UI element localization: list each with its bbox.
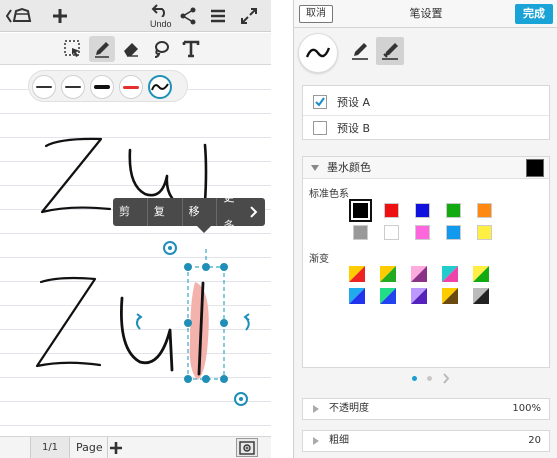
pen-type-marker[interactable] <box>376 37 404 65</box>
preset-a-row[interactable]: 预设 A <box>303 90 549 114</box>
page-label[interactable]: Page <box>72 437 108 458</box>
settings-header: 笔设置 取消 完成 <box>294 0 557 28</box>
checkmark-icon <box>315 97 325 107</box>
standard-colors-label: 标准色系 <box>309 189 349 200</box>
page-bar: 1/1 Page <box>0 436 271 458</box>
page-dot-active <box>412 376 417 381</box>
page-number: 1/1 <box>30 437 70 458</box>
plus-icon <box>110 442 122 454</box>
color-swatch[interactable] <box>477 203 492 218</box>
ink-color-header[interactable]: 墨水颜色 <box>303 157 549 179</box>
opacity-row[interactable]: 不透明度 100% <box>302 398 550 420</box>
pen-settings-panel: 笔设置 取消 完成 预设 A 预设 B 墨水颜色 标准色系 渐变 不透明度 10… <box>293 0 557 458</box>
context-menu: 剪切 复制 移除 更多 <box>113 191 265 246</box>
marker-icon <box>382 43 398 60</box>
preset-a-label: 预设 A <box>337 96 371 109</box>
preset-a-checkbox[interactable] <box>313 95 327 109</box>
more-menu-item[interactable]: 更多 <box>217 191 265 232</box>
pen-type-row <box>294 29 557 81</box>
color-swatch[interactable] <box>446 203 461 218</box>
color-swatch[interactable] <box>415 203 430 218</box>
gradient-color-grid <box>349 266 489 304</box>
collapse-arrow-icon <box>311 165 319 171</box>
page-dot <box>427 376 432 381</box>
color-swatch[interactable] <box>353 225 368 240</box>
thickness-row[interactable]: 粗细 20 <box>302 430 550 452</box>
thickness-label: 粗细 <box>329 435 349 446</box>
pen-type-pen[interactable] <box>346 37 374 65</box>
add-page-button[interactable] <box>107 439 125 457</box>
remove-menu-item[interactable]: 移除 <box>183 198 217 246</box>
gradient-label: 渐变 <box>309 254 329 265</box>
thickness-value: 20 <box>528 435 541 446</box>
stroke-preview <box>298 33 338 73</box>
zoom-page-icon <box>239 440 255 455</box>
more-menu-label: 更多 <box>223 191 235 232</box>
preset-b-checkbox[interactable] <box>313 121 327 135</box>
opacity-label: 不透明度 <box>329 403 369 414</box>
color-swatch[interactable] <box>384 203 399 218</box>
current-ink-swatch <box>526 159 544 177</box>
note-editor: Undo 剪切 复制 移除 更多 1/1 Page <box>0 0 271 458</box>
expand-arrow-icon <box>313 405 319 413</box>
chevron-right-icon <box>250 206 258 218</box>
color-swatch[interactable] <box>477 225 492 240</box>
preset-b-row[interactable]: 预设 B <box>303 116 549 140</box>
context-menu-pointer <box>197 226 211 233</box>
ink-color-section: 墨水颜色 标准色系 渐变 <box>302 156 550 368</box>
color-swatch[interactable] <box>349 199 372 222</box>
color-swatch[interactable] <box>446 225 461 240</box>
done-button[interactable]: 完成 <box>515 4 553 24</box>
copy-menu-item[interactable]: 复制 <box>148 198 182 246</box>
chevron-right-icon[interactable] <box>442 373 450 384</box>
preset-b-label: 预设 B <box>337 122 371 135</box>
expand-arrow-icon <box>313 437 319 445</box>
color-swatch[interactable] <box>384 225 399 240</box>
cancel-button[interactable]: 取消 <box>299 5 333 23</box>
ink-color-title: 墨水颜色 <box>327 161 371 174</box>
color-swatch[interactable] <box>415 225 430 240</box>
wave-stroke-icon <box>305 47 331 58</box>
opacity-value: 100% <box>512 403 541 414</box>
preset-list: 预设 A 预设 B <box>302 85 550 140</box>
gradient-swatch-row-2[interactable] <box>349 288 489 304</box>
pen-icon <box>352 43 368 60</box>
gradient-swatch-row-1[interactable] <box>349 266 489 282</box>
cut-menu-item[interactable]: 剪切 <box>113 198 147 246</box>
page-indicator <box>294 373 557 385</box>
page-overview-button[interactable] <box>236 438 258 457</box>
